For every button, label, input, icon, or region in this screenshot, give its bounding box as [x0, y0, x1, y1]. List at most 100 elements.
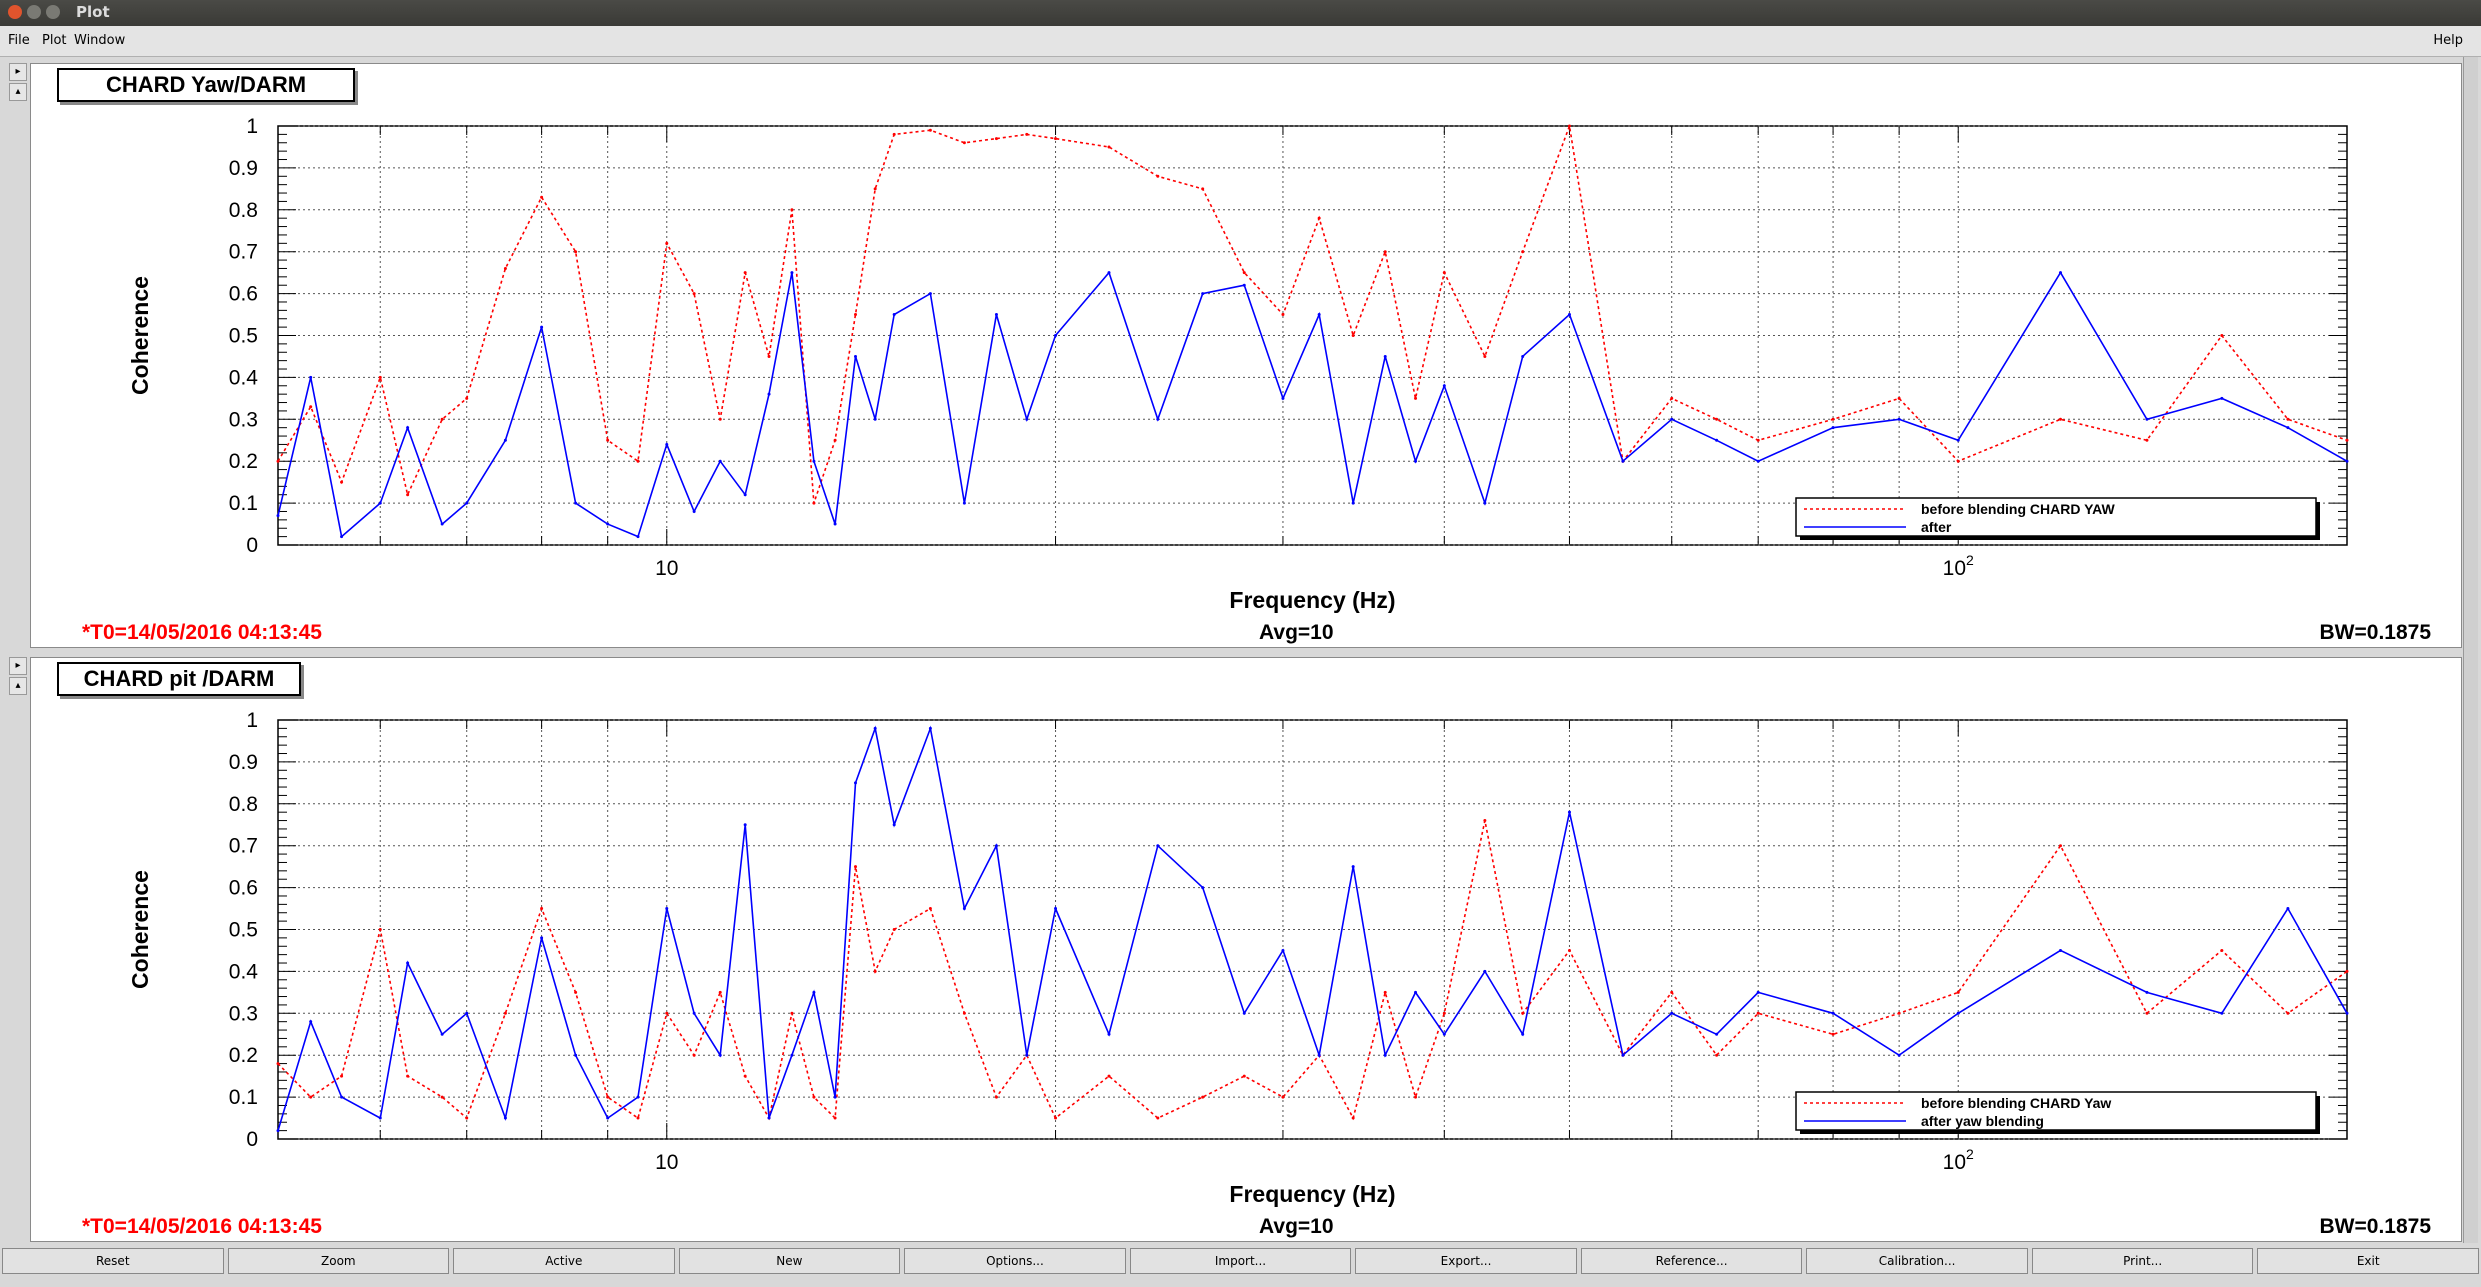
series-before-point	[1670, 990, 1674, 994]
series-after-point	[2145, 990, 2149, 994]
series-after-point	[465, 1011, 469, 1015]
arrow-up-icon[interactable]: ▸	[9, 657, 27, 675]
minimize-window-icon[interactable]	[27, 5, 41, 19]
export-button[interactable]: Export...	[1355, 1248, 1577, 1274]
arrow-down-icon[interactable]: ▴	[9, 83, 27, 101]
series-after-point	[767, 392, 771, 396]
series-before-point	[892, 928, 896, 931]
series-after-point	[276, 1129, 280, 1133]
menu-file[interactable]: File	[8, 33, 30, 48]
close-window-icon[interactable]	[8, 5, 22, 19]
series-before-point	[1351, 334, 1355, 337]
series-after-point	[994, 844, 998, 848]
chart-1[interactable]: 0 0.1 0.2 0.3 0.4 0.5 0.6 0.7 0.8 0.9 1 10 102 Freque…	[31, 64, 2461, 647]
series-after-point	[2345, 459, 2349, 463]
y-tick-label: 0.6	[229, 283, 258, 306]
series-before-point	[1521, 1011, 1525, 1015]
series-after-point	[812, 459, 816, 463]
series-before-point	[853, 865, 857, 869]
zoom-button[interactable]: Zoom	[227, 1248, 450, 1274]
series-after-point	[1414, 459, 1418, 463]
series-before-point	[833, 438, 837, 442]
maximize-window-icon[interactable]	[46, 5, 60, 19]
series-after-point	[378, 501, 382, 505]
window-titlebar: Plot	[0, 0, 2481, 26]
plot-panel-1: 0 0.1 0.2 0.3 0.4 0.5 0.6 0.7 0.8 0.9 1 10 102 Freque…	[30, 63, 2462, 648]
arrow-down-icon[interactable]: ▴	[9, 677, 27, 695]
series-after-point	[790, 1053, 794, 1057]
series-before-point	[1567, 124, 1571, 128]
reference-button[interactable]: Reference...	[1580, 1248, 1803, 1274]
series-after-point	[1025, 417, 1029, 421]
y-tick-label: 0.5	[229, 919, 258, 942]
series-before-point	[465, 1116, 469, 1120]
menu-help[interactable]: Help	[2433, 33, 2463, 48]
series-before-point	[276, 459, 280, 463]
series-after-point	[1054, 907, 1058, 911]
series-after-point	[1521, 1032, 1525, 1036]
series-after-point	[1567, 810, 1571, 814]
series-after-point	[309, 1020, 313, 1024]
series-after-point	[853, 354, 857, 358]
series-before-point	[1567, 948, 1571, 952]
series-before-point	[2058, 417, 2062, 421]
panel-title[interactable]: CHARD pit /DARM	[57, 662, 301, 696]
series-before-point	[540, 907, 544, 911]
panel-title[interactable]: CHARD Yaw/DARM	[57, 68, 355, 102]
series-before-point	[1107, 1074, 1111, 1078]
legend-label: before blending CHARD YAW	[1921, 501, 2115, 517]
series-after-point	[1442, 1032, 1446, 1036]
series-before-point	[440, 1095, 444, 1099]
series-before-point	[718, 990, 722, 994]
series-before-point	[1054, 137, 1058, 141]
series-before-point	[2145, 438, 2149, 442]
series-before-point	[406, 493, 410, 497]
arrow-up-icon[interactable]: ▸	[9, 63, 27, 81]
series-before-point	[1281, 313, 1285, 317]
series-after-point	[743, 493, 747, 497]
series-before-point	[636, 1116, 640, 1120]
series-after-point	[2058, 271, 2062, 275]
menu-window[interactable]: Window	[74, 33, 125, 48]
series-after-point	[692, 1011, 696, 1015]
series-after-point	[1242, 283, 1246, 287]
panel2-arrows: ▸ ▴	[9, 657, 27, 697]
series-before-point	[2286, 417, 2290, 421]
series-after-point	[962, 501, 966, 505]
import-button[interactable]: Import...	[1129, 1248, 1352, 1274]
series-before-point	[892, 132, 896, 136]
series-after-point	[1281, 396, 1285, 400]
right-scrollbar[interactable]	[2463, 57, 2478, 1243]
series-before-point	[1756, 438, 1760, 442]
legend-label: after	[1921, 519, 1952, 535]
exit-button[interactable]: Exit	[2257, 1248, 2479, 1274]
reset-button[interactable]: Reset	[2, 1248, 224, 1274]
series-after-point	[1025, 1053, 1029, 1057]
calibration-button[interactable]: Calibration...	[1806, 1248, 2028, 1274]
series-after-point	[540, 936, 544, 940]
series-before-point	[606, 1095, 610, 1099]
menu-plot[interactable]: Plot	[42, 33, 67, 48]
series-before-point	[994, 137, 998, 141]
series-before-point	[812, 1095, 816, 1099]
series-before-point	[378, 375, 382, 379]
y-tick-label: 0.6	[229, 877, 258, 900]
series-after-point	[340, 535, 344, 539]
print-button[interactable]: Print...	[2031, 1248, 2254, 1274]
active-button[interactable]: Active	[453, 1248, 675, 1274]
new-button[interactable]: New	[678, 1248, 901, 1274]
chart-2[interactable]: 0 0.1 0.2 0.3 0.4 0.5 0.6 0.7 0.8 0.9 1 10 102 Freque…	[31, 658, 2461, 1241]
y-tick-label: 0.8	[229, 199, 258, 222]
series-after-point	[1054, 334, 1058, 337]
series-before-point	[962, 141, 966, 145]
series-after-point	[1383, 1053, 1387, 1057]
options-button[interactable]: Options...	[904, 1248, 1126, 1274]
series-after-point	[1567, 313, 1571, 317]
series-before-point	[1351, 1116, 1355, 1120]
series-after-point	[309, 375, 313, 379]
series-after-point	[2286, 426, 2290, 430]
legend-label: after yaw blending	[1921, 1113, 2044, 1129]
series-after-point	[665, 442, 669, 446]
series-after-point	[2345, 1011, 2349, 1015]
series-after-point	[1156, 844, 1160, 848]
